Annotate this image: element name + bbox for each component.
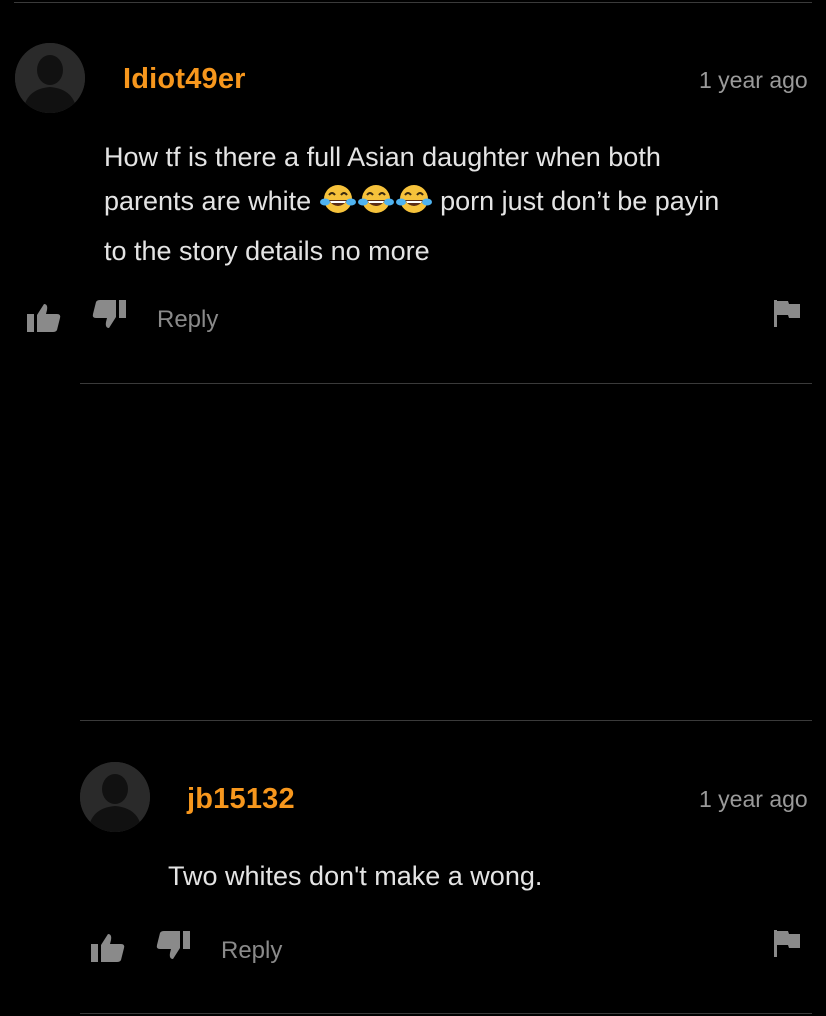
tears-of-joy-emoji-icon xyxy=(357,182,395,229)
comment-divider xyxy=(80,383,812,384)
flag-icon[interactable] xyxy=(772,928,802,963)
comment-username[interactable]: jb15132 xyxy=(187,783,295,816)
tears-of-joy-emoji-icon xyxy=(319,182,357,229)
bottom-divider xyxy=(80,1013,812,1014)
reply-button[interactable]: Reply xyxy=(221,937,282,965)
default-avatar-icon xyxy=(80,762,150,832)
reply-button[interactable]: Reply xyxy=(157,306,218,334)
comment-timestamp: 1 year ago xyxy=(699,786,808,812)
thumbs-up-icon[interactable] xyxy=(26,302,62,339)
comment-text-line: to the story details no more xyxy=(104,236,430,266)
comment-text-line: How tf is there a full Asian daughter wh… xyxy=(104,142,661,172)
thumbs-down-icon[interactable] xyxy=(155,929,191,966)
comment-text-line: parents are white porn just don’t be pay… xyxy=(104,179,804,229)
comment-text-segment: parents are white xyxy=(104,186,319,216)
comment-text-segment: porn just don’t be payin xyxy=(432,186,720,216)
tears-of-joy-emoji-icon xyxy=(395,182,433,229)
comment-username[interactable]: Idiot49er xyxy=(123,63,246,96)
top-divider xyxy=(14,2,812,3)
comment-timestamp: 1 year ago xyxy=(699,67,808,93)
default-avatar-icon xyxy=(15,43,85,113)
comment-body: How tf is there a full Asian daughter wh… xyxy=(104,135,804,273)
comment-body: Two whites don't make a wong. xyxy=(168,861,543,891)
flag-icon[interactable] xyxy=(772,298,802,333)
avatar[interactable] xyxy=(80,762,150,832)
avatar[interactable] xyxy=(15,43,85,113)
comment-divider xyxy=(80,720,812,721)
thumbs-up-icon[interactable] xyxy=(90,932,126,969)
thumbs-down-icon[interactable] xyxy=(91,298,127,335)
